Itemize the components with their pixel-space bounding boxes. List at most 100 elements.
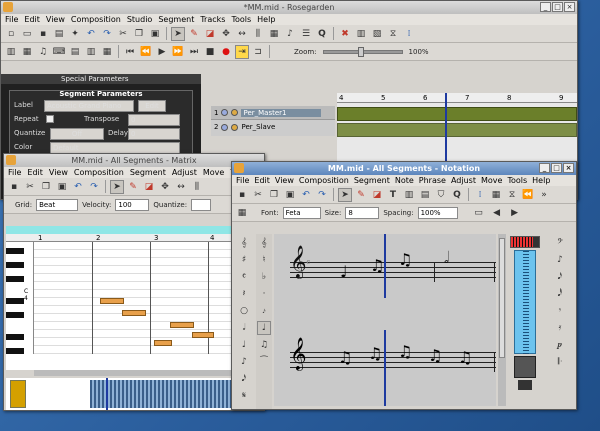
menu-note[interactable]: Note — [395, 176, 414, 185]
score-note[interactable]: ♫ — [368, 344, 382, 363]
menu-edit[interactable]: Edit — [24, 15, 40, 24]
triplet-icon[interactable]: ♩ — [257, 321, 271, 335]
thirtysecond-note-icon[interactable]: 𝅘𝅥𝅰 — [553, 287, 567, 301]
eraser-tool-icon[interactable]: ◪ — [142, 180, 156, 194]
undo-icon[interactable]: ↶ — [299, 188, 313, 202]
select-tool-icon[interactable]: ➤ — [171, 26, 185, 41]
zoom-slider-handle[interactable] — [357, 46, 364, 57]
segment-per-master[interactable] — [337, 107, 577, 121]
menu-segment[interactable]: Segment — [354, 176, 390, 185]
bass-clef-icon[interactable]: 𝄢 — [553, 236, 567, 250]
treble-clef-icon[interactable]: 𝄞 — [257, 236, 271, 250]
track-name[interactable]: Per_Master1 — [241, 108, 322, 117]
note-block[interactable] — [100, 298, 124, 304]
maximize-icon[interactable]: □ — [551, 163, 562, 173]
close-icon[interactable]: × — [564, 2, 575, 12]
sixteenth-note-icon[interactable]: 𝅘𝅥𝅯 — [237, 372, 251, 386]
note-grid[interactable] — [34, 242, 264, 354]
segment-per-slave[interactable] — [337, 123, 577, 137]
more-icon[interactable]: » — [537, 188, 551, 202]
delay-field[interactable]: 0 — [128, 128, 180, 140]
track-name[interactable]: Per_Slave — [241, 123, 275, 131]
score-note[interactable]: ♫ — [398, 342, 412, 361]
pencil-tool-icon[interactable]: ✎ — [126, 180, 140, 194]
close-icon[interactable]: × — [563, 163, 574, 173]
rest-icon[interactable]: 𝄽 — [237, 287, 251, 301]
event-list-icon[interactable]: ☰ — [299, 27, 313, 41]
menu-tools[interactable]: Tools — [507, 176, 527, 185]
rest-icon[interactable]: 𝄿 — [553, 321, 567, 335]
menu-move[interactable]: Move — [203, 168, 224, 177]
undo-icon[interactable]: ↶ — [84, 27, 98, 41]
note-block[interactable] — [122, 310, 146, 316]
key-sig-icon[interactable]: ♯ — [237, 253, 251, 267]
dots-icon[interactable]: ⁞ — [473, 188, 487, 202]
menu-tracks[interactable]: Tracks — [200, 15, 225, 24]
move-tool-icon[interactable]: ✥ — [158, 180, 172, 194]
matrix-editor-icon[interactable]: ▦ — [267, 27, 281, 41]
note-block[interactable] — [192, 332, 214, 338]
open-file-icon[interactable]: ▭ — [20, 27, 34, 41]
record-icon[interactable]: ● — [219, 45, 233, 59]
matrix-bar-ruler[interactable]: 1 2 3 4 — [6, 234, 264, 242]
eighth-note-icon[interactable]: ♪ — [553, 253, 567, 267]
menu-composition[interactable]: Composition — [71, 15, 121, 24]
minimize-icon[interactable]: _ — [540, 2, 551, 12]
layout-icon[interactable]: ▭ — [472, 206, 486, 220]
matrix-loop-ruler[interactable] — [6, 226, 264, 234]
menu-help[interactable]: Help — [257, 15, 275, 24]
loop-icon[interactable]: ⇥ — [235, 44, 249, 59]
select-tool-icon[interactable]: ➤ — [110, 179, 124, 194]
list-icon[interactable]: ▤ — [418, 188, 432, 202]
dots-icon[interactable]: ⁞ — [402, 27, 416, 41]
eraser-tool-icon[interactable]: ◪ — [370, 188, 384, 202]
play-icon[interactable]: ▶ — [155, 45, 169, 59]
menu-view[interactable]: View — [275, 176, 294, 185]
punch-icon[interactable]: ⊐ — [251, 45, 265, 59]
menu-file[interactable]: File — [5, 15, 18, 24]
rewind-icon[interactable]: ⏪ — [521, 188, 535, 202]
spacing-select[interactable]: 100% — [417, 206, 458, 219]
menu-help[interactable]: Help — [532, 176, 550, 185]
filter-icon[interactable]: ⛉ — [434, 188, 448, 202]
font-select[interactable]: Feta — [282, 206, 321, 219]
transpose-field[interactable]: 0 — [128, 114, 180, 126]
overview-strip[interactable] — [514, 250, 536, 355]
menu-composition[interactable]: Composition — [74, 168, 124, 177]
dot-icon[interactable]: · — [257, 287, 271, 301]
save-icon[interactable]: ▪ — [7, 180, 21, 194]
playback-icon[interactable] — [518, 380, 532, 390]
fill-icon[interactable]: ▦ — [235, 206, 249, 220]
mute-led-icon[interactable] — [221, 123, 229, 131]
mixer-icon[interactable]: ▦ — [489, 188, 503, 202]
bar-ruler[interactable]: 4 5 6 7 8 9 — [337, 93, 577, 103]
piano-keyboard[interactable]: C 4 — [6, 242, 34, 354]
record-led-icon[interactable] — [231, 109, 239, 116]
special-params-header[interactable]: Special Parameters — [1, 74, 201, 84]
quantize-select[interactable]: Off — [50, 128, 104, 140]
menu-segment[interactable]: Segment — [158, 15, 194, 24]
whole-note-icon[interactable]: ○ — [237, 304, 251, 318]
mixer-icon[interactable]: ▥ — [402, 188, 416, 202]
grid-icon[interactable]: ▦ — [100, 45, 114, 59]
loop-ruler[interactable] — [337, 83, 577, 93]
score-canvas[interactable]: 𝄞 𝄴 ♩ ♫ ♫ 𝅗𝅥 𝄞 ♫ ♫ ♫ ♫ ♫ — [274, 234, 496, 406]
menu-edit[interactable]: Edit — [254, 176, 270, 185]
note-block[interactable] — [170, 322, 194, 328]
score-vscroll[interactable] — [498, 234, 506, 406]
track-row[interactable]: 1 Per_Master1 — [211, 106, 335, 120]
studio-icon[interactable]: ▥ — [354, 27, 368, 41]
rewind-start-icon[interactable]: ⏮ — [123, 45, 137, 59]
menu-file[interactable]: File — [8, 168, 21, 177]
repeat-icon[interactable]: 𝄆 — [553, 355, 567, 369]
stop-icon[interactable]: ■ — [203, 45, 217, 59]
velocity-ruler[interactable] — [6, 378, 264, 410]
segno-icon[interactable]: 𝄋 — [237, 389, 251, 403]
split-tool-icon[interactable]: ⫼ — [251, 27, 265, 41]
eighth-note-icon[interactable]: ♪ — [237, 355, 251, 369]
grid-select[interactable]: Beat — [36, 198, 79, 211]
velocity-select[interactable]: 100 — [115, 198, 150, 211]
fast-forward-icon[interactable]: ⏩ — [171, 45, 185, 59]
note-block[interactable] — [154, 340, 172, 346]
cut-icon[interactable]: ✂ — [116, 27, 130, 41]
